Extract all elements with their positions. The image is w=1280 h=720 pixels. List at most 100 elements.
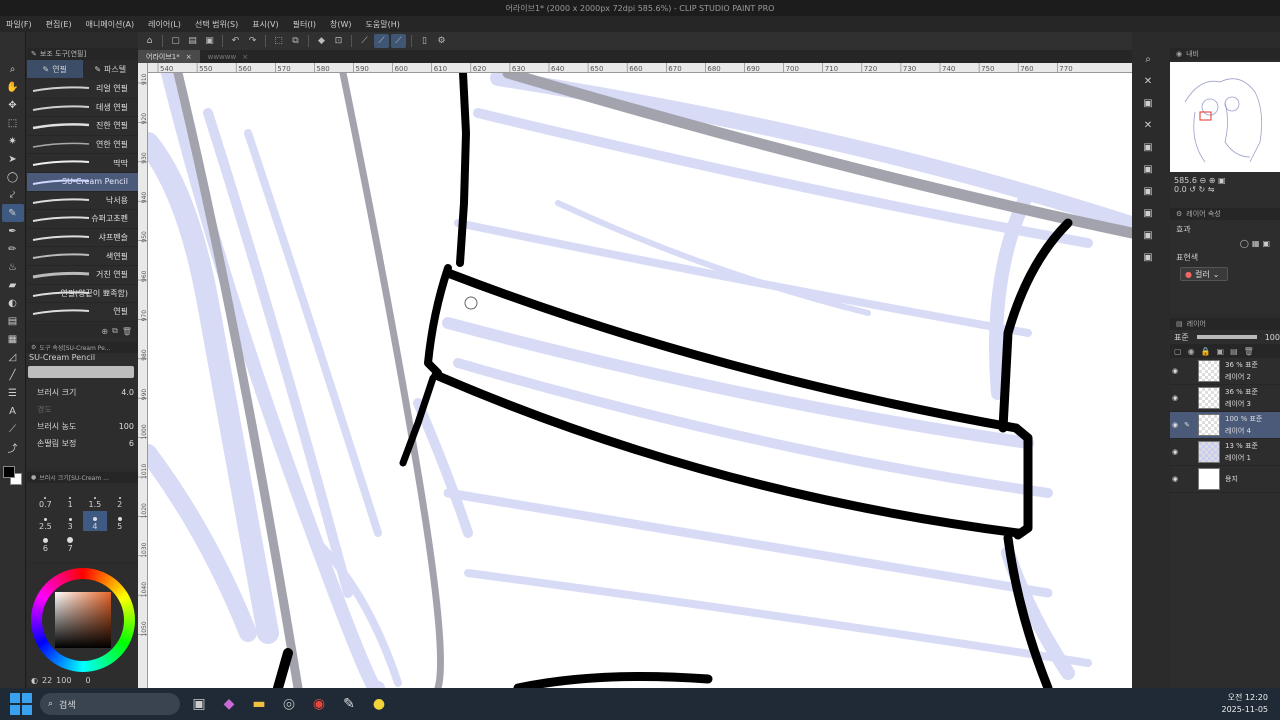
layer-clip-icon[interactable]: ✕: [1141, 74, 1155, 88]
trash-icon[interactable]: 🗑: [1244, 347, 1254, 356]
menu-help[interactable]: 도움말(H): [366, 19, 400, 30]
zoom-value[interactable]: 585.6: [1174, 176, 1197, 185]
airbrush-icon[interactable]: ♨: [2, 258, 24, 276]
stabilization-value[interactable]: 6: [129, 439, 134, 448]
panel-icon[interactable]: ▣: [1141, 162, 1155, 176]
size-option[interactable]: 2.5: [33, 511, 58, 531]
close-icon[interactable]: ×: [186, 53, 192, 61]
layer-row[interactable]: ◉ 36 % 표준 레이어 3: [1170, 385, 1280, 412]
size-option[interactable]: 2: [107, 489, 132, 509]
operation-tool-icon[interactable]: ➤: [2, 150, 24, 168]
snap-special-ruler-icon[interactable]: ⟋: [374, 34, 389, 48]
folder-icon[interactable]: ▤: [1230, 347, 1238, 356]
rotate-right-icon[interactable]: ↻: [1199, 185, 1206, 194]
clip-studio-paint-icon[interactable]: ●: [368, 693, 390, 715]
panel-icon[interactable]: ▣: [1141, 140, 1155, 154]
layer-row-active[interactable]: ◉ ✎ 100 % 표준 레이어 4: [1170, 412, 1280, 439]
rotate-left-icon[interactable]: ↺: [1189, 185, 1196, 194]
zoom-tool-icon[interactable]: ⌕: [2, 60, 24, 78]
eye-icon[interactable]: ◉: [1172, 421, 1182, 429]
hardness-row[interactable]: 경도: [27, 401, 138, 418]
fill-tool-icon[interactable]: ◐: [2, 294, 24, 312]
open-file-icon[interactable]: ▤: [185, 34, 200, 48]
app-icon[interactable]: ◎: [278, 693, 300, 715]
duplicate-icon[interactable]: ⧉: [112, 326, 118, 336]
correct-line-icon[interactable]: ⤴: [2, 438, 24, 456]
balloon-icon[interactable]: ☰: [2, 384, 24, 402]
brush-density-row[interactable]: 브러시 농도 100: [27, 418, 138, 435]
settings-icon[interactable]: ⚙: [434, 34, 449, 48]
file-explorer-icon[interactable]: ▬: [248, 693, 270, 715]
smartphone-icon[interactable]: ▯: [417, 34, 432, 48]
size-option[interactable]: 3: [58, 511, 83, 531]
brush-item[interactable]: 연필: [27, 303, 138, 322]
eye-icon[interactable]: ◉: [1172, 448, 1182, 456]
menu-layer[interactable]: 레이어(L): [148, 19, 181, 30]
brush-density-value[interactable]: 100: [119, 422, 134, 431]
navigator-thumbnail[interactable]: [1170, 62, 1280, 172]
tab-pencil[interactable]: ✎ 연필: [27, 60, 83, 78]
clock[interactable]: 오전 12:20 2025-11-05: [1222, 692, 1269, 716]
fit-icon[interactable]: ▣: [1218, 176, 1226, 185]
drawing-canvas[interactable]: [148, 73, 1132, 688]
eye-icon[interactable]: ◉: [1172, 475, 1182, 483]
size-option-active[interactable]: 4: [82, 511, 108, 531]
gradient-icon[interactable]: ▤: [2, 312, 24, 330]
layer-row[interactable]: ◉ 13 % 표준 레이어 1: [1170, 439, 1280, 466]
lock-icon[interactable]: 🔒: [1201, 347, 1211, 356]
layer-row-paper[interactable]: ◉ 용지: [1170, 466, 1280, 493]
trash-icon[interactable]: 🗑: [122, 327, 132, 336]
flip-icon[interactable]: ⇋: [1208, 185, 1215, 194]
panel-icon[interactable]: ✕: [1141, 118, 1155, 132]
opacity-value[interactable]: 100: [1265, 333, 1280, 342]
eyedropper-icon[interactable]: ⤦: [2, 186, 24, 204]
taskbar-search[interactable]: ⌕ 검색: [40, 693, 180, 715]
crop-icon[interactable]: ⧉: [288, 34, 303, 48]
color-value[interactable]: 22: [42, 676, 52, 685]
panel-icon[interactable]: ▣: [1141, 250, 1155, 264]
menu-animation[interactable]: 애니메이션(A): [86, 19, 135, 30]
color-mode-icon[interactable]: ◐: [31, 676, 38, 685]
brush-item[interactable]: 진한 연필: [27, 117, 138, 136]
menu-edit[interactable]: 편집(E): [46, 19, 72, 30]
brush-item[interactable]: 연한 연필: [27, 136, 138, 155]
zoom-out-icon[interactable]: ⊖: [1199, 176, 1206, 185]
selection-tool-icon[interactable]: ⬚: [2, 114, 24, 132]
search-icon[interactable]: ⌕: [1141, 52, 1155, 66]
rotation-value[interactable]: 0.0: [1174, 185, 1187, 194]
copy-subtool-icon[interactable]: ⊕: [101, 327, 108, 336]
pencil-tool-icon[interactable]: ✎: [1, 204, 24, 222]
text-tool-icon[interactable]: A: [2, 402, 24, 420]
size-option[interactable]: 0.7: [33, 489, 58, 509]
brush-item[interactable]: 연필(양끝이 뾰족함): [27, 285, 138, 304]
layer-row[interactable]: ◉ 36 % 표준 레이어 2: [1170, 358, 1280, 385]
saturation-value-square[interactable]: [55, 592, 111, 648]
windows-start-icon[interactable]: [10, 693, 32, 715]
brush-item[interactable]: 낙서용: [27, 192, 138, 211]
magic-wand-icon[interactable]: ✷: [2, 132, 24, 150]
ruler-tool-icon[interactable]: ⟋: [2, 420, 24, 438]
snap-ruler-icon[interactable]: ⟋: [357, 34, 372, 48]
brush-item[interactable]: 거친 연필: [27, 266, 138, 285]
transform-icon[interactable]: ⊡: [331, 34, 346, 48]
tone-effect-icon[interactable]: ▦: [1252, 239, 1260, 248]
blend-mode-select[interactable]: 표준: [1174, 332, 1189, 343]
size-option[interactable]: 7: [58, 533, 83, 553]
brush-item-active[interactable]: SU-Cream Pencil: [27, 172, 138, 192]
move-tool-icon[interactable]: ✥: [2, 96, 24, 114]
zoom-in-icon[interactable]: ⊕: [1209, 176, 1216, 185]
new-file-icon[interactable]: ▢: [168, 34, 183, 48]
menu-filter[interactable]: 필터(I): [293, 19, 316, 30]
panel-icon[interactable]: ▣: [1141, 184, 1155, 198]
color-chips[interactable]: [3, 466, 23, 486]
size-option[interactable]: 6: [33, 533, 58, 553]
new-layer-icon[interactable]: ▣: [1217, 347, 1225, 356]
undo-icon[interactable]: ↶: [228, 34, 243, 48]
brush-item[interactable]: 리얼 연필: [27, 80, 138, 99]
deselect-icon[interactable]: ⬚: [271, 34, 286, 48]
size-option[interactable]: 1.5: [83, 489, 108, 509]
chrome-icon[interactable]: ◉: [308, 693, 330, 715]
fill-icon[interactable]: ◆: [314, 34, 329, 48]
opacity-slider[interactable]: [1196, 335, 1257, 339]
color-wheel[interactable]: [31, 568, 135, 672]
